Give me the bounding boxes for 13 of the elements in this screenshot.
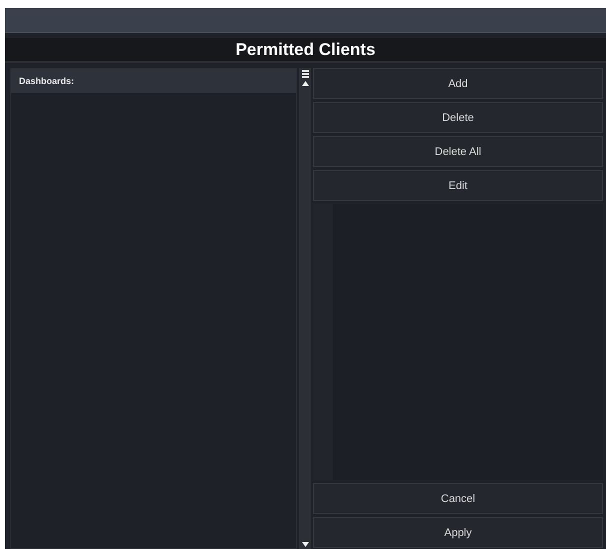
null[interactable]: Delete <box>313 102 603 133</box>
scrollbar[interactable] <box>299 68 311 549</box>
list-header: Dashboards: <box>11 69 296 93</box>
null[interactable]: Cancel <box>313 483 603 514</box>
null[interactable]: Delete All <box>313 136 603 167</box>
dialog-title: Permitted Clients <box>5 38 606 63</box>
list-options-icon[interactable] <box>302 70 308 78</box>
scroll-down-icon[interactable] <box>302 542 308 547</box>
scroll-up-icon[interactable] <box>302 81 308 86</box>
null[interactable]: Edit <box>313 170 603 201</box>
dashboard-list[interactable]: Dashboards: <box>10 68 297 549</box>
null[interactable]: Apply <box>313 517 603 548</box>
null[interactable]: Add <box>313 68 603 99</box>
